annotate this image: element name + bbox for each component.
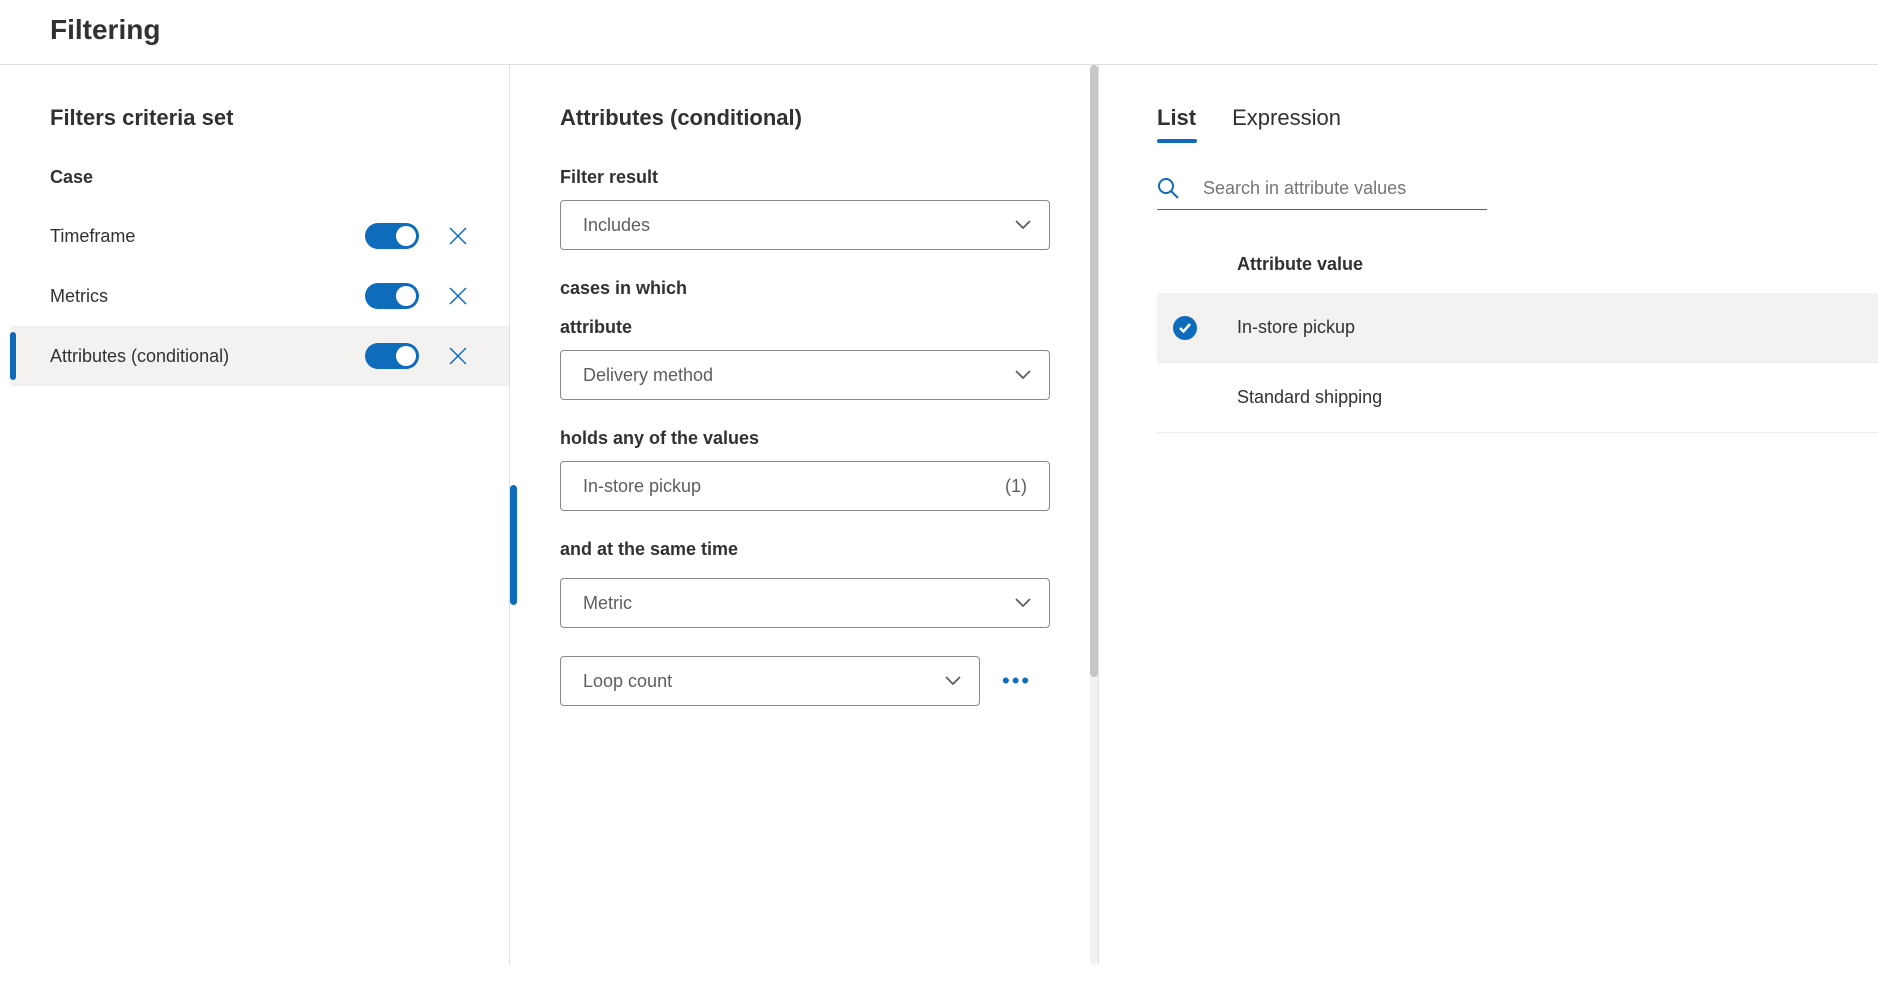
attr-value-in-store-pickup[interactable]: In-store pickup <box>1157 293 1878 363</box>
filter-row-attributes-conditional[interactable]: Attributes (conditional) <box>10 326 509 386</box>
attribute-select[interactable]: Delivery method <box>560 350 1050 400</box>
toggle-timeframe[interactable] <box>365 223 419 249</box>
tab-expression[interactable]: Expression <box>1232 105 1341 141</box>
close-icon[interactable] <box>447 285 469 307</box>
chevron-down-icon <box>1015 217 1031 233</box>
attr-value-label: In-store pickup <box>1237 317 1355 338</box>
active-block-indicator <box>510 485 517 605</box>
search-icon <box>1157 177 1179 199</box>
chevron-down-icon <box>1015 367 1031 383</box>
page-header: Filtering <box>0 0 1878 65</box>
same-time-label: and at the same time <box>560 539 1098 560</box>
filter-label: Attributes (conditional) <box>50 346 365 367</box>
close-icon[interactable] <box>447 345 469 367</box>
filter-label: Metrics <box>50 286 365 307</box>
filter-result-label: Filter result <box>560 167 1098 188</box>
cases-in-which-text: cases in which <box>560 278 1098 299</box>
attribute-values-panel: List Expression Attribute value In-store… <box>1098 65 1878 965</box>
filters-criteria-title: Filters criteria set <box>50 105 509 131</box>
select-value: Metric <box>583 593 1015 614</box>
holds-values-text: In-store pickup <box>583 476 1005 497</box>
filter-detail-title: Attributes (conditional) <box>560 105 1098 131</box>
filters-group-case: Case <box>50 167 509 188</box>
filter-detail-panel: Attributes (conditional) Filter result I… <box>510 65 1098 965</box>
attr-value-standard-shipping[interactable]: Standard shipping <box>1157 363 1878 433</box>
loop-count-select[interactable]: Loop count <box>560 656 980 706</box>
chevron-down-icon <box>945 673 961 689</box>
search-input[interactable] <box>1203 178 1487 199</box>
attribute-value-header: Attribute value <box>1157 254 1878 275</box>
toggle-attributes-conditional[interactable] <box>365 343 419 369</box>
filter-row-metrics[interactable]: Metrics <box>10 266 509 326</box>
filter-label: Timeframe <box>50 226 365 247</box>
holds-values-field[interactable]: In-store pickup (1) <box>560 461 1050 511</box>
page-title: Filtering <box>50 14 1878 46</box>
values-mode-tabs: List Expression <box>1157 105 1878 141</box>
close-icon[interactable] <box>447 225 469 247</box>
scrollbar[interactable] <box>1090 65 1098 965</box>
toggle-metrics[interactable] <box>365 283 419 309</box>
chevron-down-icon <box>1015 595 1031 611</box>
select-value: Includes <box>583 215 1015 236</box>
filters-criteria-panel: Filters criteria set Case Timeframe Metr… <box>0 65 510 965</box>
attribute-label: attribute <box>560 317 1098 338</box>
filter-result-select[interactable]: Includes <box>560 200 1050 250</box>
attr-value-label: Standard shipping <box>1237 387 1382 408</box>
tab-list[interactable]: List <box>1157 105 1196 141</box>
main-layout: Filters criteria set Case Timeframe Metr… <box>0 65 1878 965</box>
holds-values-label: holds any of the values <box>560 428 1098 449</box>
select-value: Loop count <box>583 671 945 692</box>
more-options-icon[interactable]: ••• <box>1002 670 1031 692</box>
loop-count-row: Loop count ••• <box>560 656 1098 706</box>
holds-values-count: (1) <box>1005 476 1027 497</box>
scrollbar-thumb[interactable] <box>1090 65 1098 677</box>
filter-row-timeframe[interactable]: Timeframe <box>10 206 509 266</box>
search-attribute-values[interactable] <box>1157 177 1487 210</box>
select-value: Delivery method <box>583 365 1015 386</box>
check-icon <box>1173 316 1197 340</box>
same-time-select[interactable]: Metric <box>560 578 1050 628</box>
